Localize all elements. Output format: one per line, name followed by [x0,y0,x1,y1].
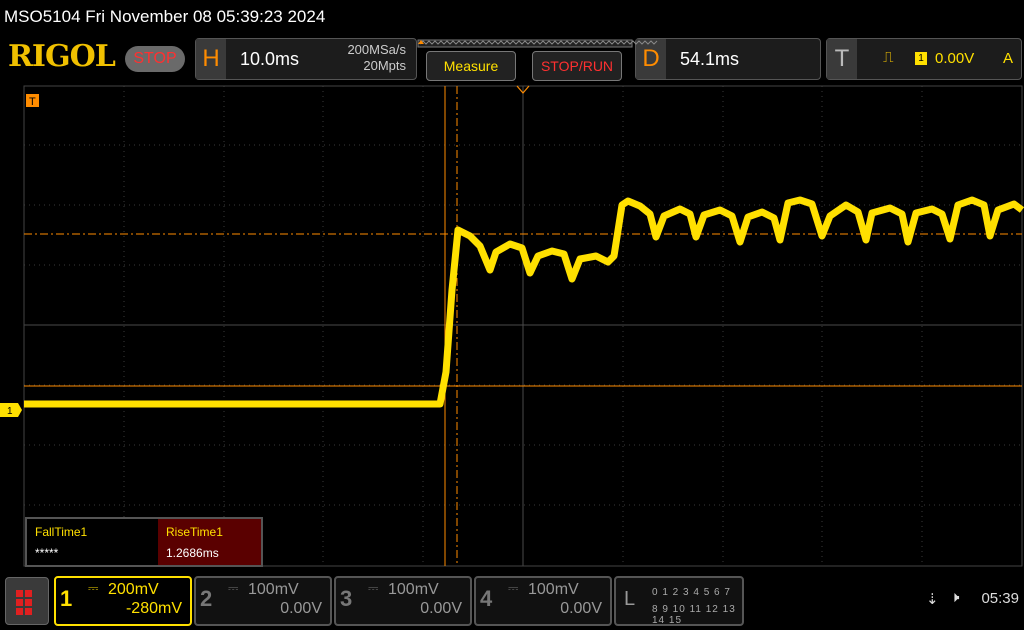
channel-3-scale: 100mV [388,581,439,598]
channel-1-offset: -280mV [125,600,182,617]
channel-4-number: 4 [480,586,493,611]
falltime-value: ***** [35,546,59,560]
logic-label: L [624,588,636,610]
channel-4-panel[interactable]: 4 ⎓ 100mV 0.00V [474,576,612,626]
dc-coupling-icon: ⎓ [508,580,519,595]
logic-analyzer-panel[interactable]: L 0 1 2 3 4 5 6 7 8 9 10 11 12 13 14 15 [614,576,744,626]
bottom-bar: 1 ⎓ 200mV -280mV 2 ⎓ 100mV 0.00V 3 ⎓ 100… [0,572,1024,630]
channel-2-scale: 100mV [248,581,299,598]
grid-center-lines [24,86,1022,566]
svg-text:1: 1 [7,406,13,417]
channel-4-scale: 100mV [528,581,579,598]
channel-2-number: 2 [200,586,213,611]
speaker-muted-icon[interactable]: 🕨 [950,589,959,606]
measurement-risetime[interactable]: RiseTime1 1.2686ms [158,519,261,565]
channel-2-panel[interactable]: 2 ⎓ 100mV 0.00V [194,576,332,626]
channel1-offset-marker[interactable]: 1 [0,403,22,417]
clock: 05:39 [981,590,1019,607]
svg-text:T: T [29,96,36,108]
dc-coupling-icon: ⎓ [368,580,379,595]
channel-3-number: 3 [340,586,353,611]
measurement-falltime[interactable]: FallTime1 ***** [27,519,144,565]
risetime-label: RiseTime1 [166,525,223,539]
usb-icon: ⇣ [926,591,939,608]
logic-channels-row1: 0 1 2 3 4 5 6 7 [652,587,731,598]
logic-channels-row2: 8 9 10 11 12 13 14 15 [652,604,736,626]
channel-3-panel[interactable]: 3 ⎓ 100mV 0.00V [334,576,472,626]
channel-4-offset: 0.00V [560,600,602,617]
main-menu-button[interactable] [5,577,49,625]
channel-1-number: 1 [60,586,73,611]
dc-coupling-icon: ⎓ [88,580,99,595]
falltime-label: FallTime1 [35,525,88,539]
channel-3-offset: 0.00V [420,600,462,617]
trigger-level-marker[interactable]: T [26,94,39,108]
channel-1-scale: 200mV [108,581,159,598]
channel-1-panel[interactable]: 1 ⎓ 200mV -280mV [54,576,192,626]
dc-coupling-icon: ⎓ [228,580,239,595]
measurement-panel[interactable]: FallTime1 ***** RiseTime1 1.2686ms [25,517,263,567]
channel-2-offset: 0.00V [280,600,322,617]
memory-bar [417,39,658,48]
risetime-value: 1.2686ms [166,546,219,560]
